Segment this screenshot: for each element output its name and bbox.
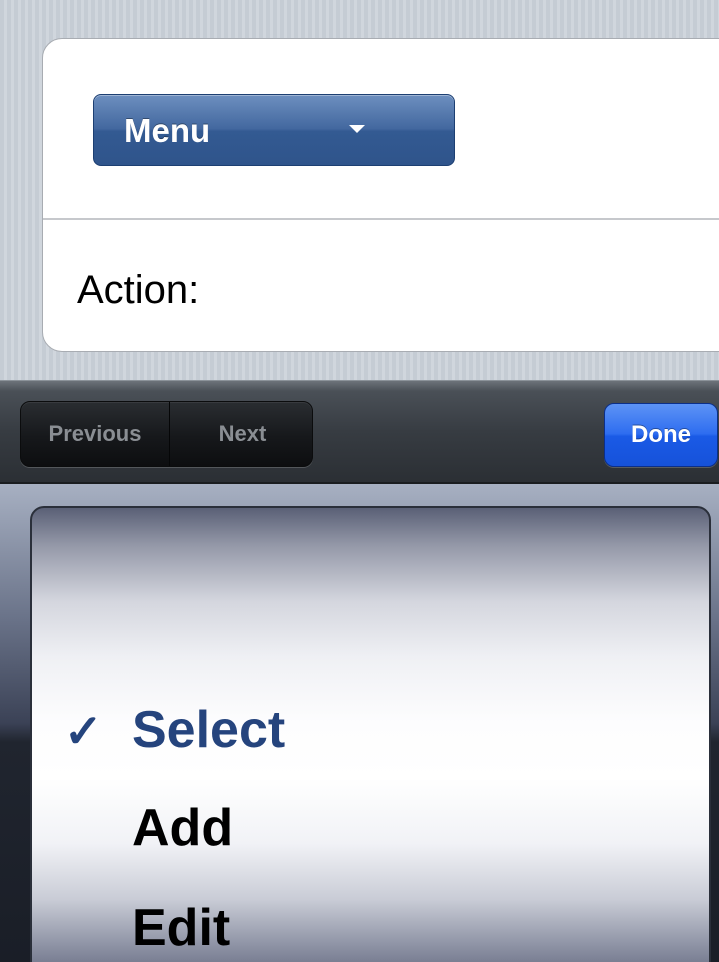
menu-select-label: Menu — [124, 112, 211, 149]
picker-option-add[interactable]: Add — [132, 798, 233, 858]
menu-select[interactable]: Menu — [93, 94, 455, 166]
action-label: Action: — [77, 268, 200, 312]
form-area: Menu Action: — [0, 0, 719, 380]
next-button[interactable]: Next — [169, 402, 312, 466]
action-row[interactable]: Action: — [43, 220, 719, 351]
menu-row: Menu — [43, 39, 719, 220]
picker-option-select[interactable]: Select — [132, 700, 285, 760]
previous-button[interactable]: Previous — [21, 402, 169, 466]
form-card: Menu Action: — [42, 38, 719, 352]
done-button[interactable]: Done — [604, 403, 718, 467]
prev-next-segmented-control: Previous Next — [20, 401, 313, 467]
picker-area: ✓ Select Add Edit — [0, 484, 719, 962]
checkmark-icon: ✓ — [64, 705, 103, 757]
picker-option-edit[interactable]: Edit — [132, 898, 230, 958]
caret-down-icon — [349, 125, 365, 133]
keyboard-accessory-toolbar: Previous Next Done — [0, 380, 719, 484]
picker-wheel[interactable]: ✓ Select Add Edit — [30, 506, 711, 962]
